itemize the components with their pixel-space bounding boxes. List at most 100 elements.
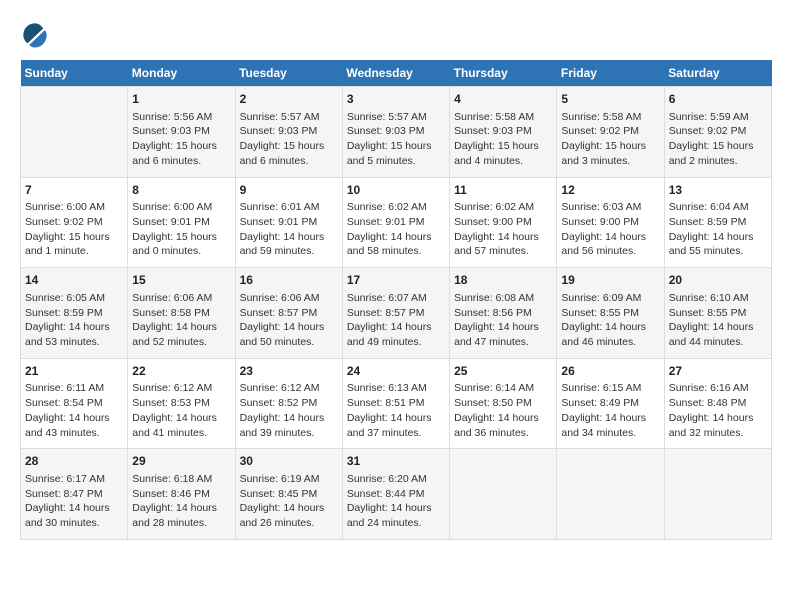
cell-info: Sunrise: 6:06 AMSunset: 8:57 PMDaylight:… [240, 291, 338, 350]
cell-info: Sunrise: 6:16 AMSunset: 8:48 PMDaylight:… [669, 381, 767, 440]
day-number: 28 [25, 453, 123, 470]
calendar-table: SundayMondayTuesdayWednesdayThursdayFrid… [20, 60, 772, 540]
day-number: 14 [25, 272, 123, 289]
cell-info: Sunrise: 6:03 AMSunset: 9:00 PMDaylight:… [561, 200, 659, 259]
calendar-cell: 16 Sunrise: 6:06 AMSunset: 8:57 PMDayligh… [235, 268, 342, 359]
calendar-cell: 15 Sunrise: 6:06 AMSunset: 8:58 PMDayligh… [128, 268, 235, 359]
day-number: 23 [240, 363, 338, 380]
cell-info: Sunrise: 6:00 AMSunset: 9:01 PMDaylight:… [132, 200, 230, 259]
page-header [20, 20, 772, 50]
calendar-cell: 25Sunrise: 6:14 AMSunset: 8:50 PMDayligh… [450, 358, 557, 449]
cell-info: Sunrise: 6:02 AMSunset: 9:00 PMDaylight:… [454, 200, 552, 259]
cell-info: Sunrise: 5:56 AMSunset: 9:03 PMDaylight:… [132, 110, 230, 169]
cell-info: Sunrise: 5:58 AMSunset: 9:02 PMDaylight:… [561, 110, 659, 169]
cell-info: Sunrise: 6:14 AMSunset: 8:50 PMDaylight:… [454, 381, 552, 440]
cell-info: Sunrise: 6:09 AMSunset: 8:55 PMDaylight:… [561, 291, 659, 350]
calendar-cell: 28 Sunrise: 6:17 AMSunset: 8:47 PMDayligh… [21, 449, 128, 540]
calendar-cell: 11Sunrise: 6:02 AMSunset: 9:00 PMDayligh… [450, 177, 557, 268]
cell-info: Sunrise: 6:17 AMSunset: 8:47 PMDaylight:… [25, 472, 123, 531]
day-number: 25 [454, 363, 552, 380]
calendar-cell: 12Sunrise: 6:03 AMSunset: 9:00 PMDayligh… [557, 177, 664, 268]
cell-info: Sunrise: 5:58 AMSunset: 9:03 PMDaylight:… [454, 110, 552, 169]
cell-info: Sunrise: 6:19 AMSunset: 8:45 PMDaylight:… [240, 472, 338, 531]
day-number: 15 [132, 272, 230, 289]
calendar-cell: 29 Sunrise: 6:18 AMSunset: 8:46 PMDayligh… [128, 449, 235, 540]
day-number: 24 [347, 363, 445, 380]
week-row-2: 7Sunrise: 6:00 AMSunset: 9:02 PMDaylight… [21, 177, 772, 268]
calendar-cell: 4 Sunrise: 5:58 AMSunset: 9:03 PMDaylight… [450, 87, 557, 178]
day-number: 30 [240, 453, 338, 470]
calendar-cell [450, 449, 557, 540]
day-number: 10 [347, 182, 445, 199]
day-number: 17 [347, 272, 445, 289]
weekday-header-tuesday: Tuesday [235, 60, 342, 87]
cell-info: Sunrise: 6:12 AMSunset: 8:52 PMDaylight:… [240, 381, 338, 440]
week-row-5: 28 Sunrise: 6:17 AMSunset: 8:47 PMDayligh… [21, 449, 772, 540]
cell-info: Sunrise: 5:57 AMSunset: 9:03 PMDaylight:… [240, 110, 338, 169]
calendar-cell: 19 Sunrise: 6:09 AMSunset: 8:55 PMDayligh… [557, 268, 664, 359]
cell-info: Sunrise: 6:04 AMSunset: 8:59 PMDaylight:… [669, 200, 767, 259]
day-number: 4 [454, 91, 552, 108]
calendar-cell [21, 87, 128, 178]
weekday-header-wednesday: Wednesday [342, 60, 449, 87]
cell-info: Sunrise: 6:01 AMSunset: 9:01 PMDaylight:… [240, 200, 338, 259]
calendar-cell: 5 Sunrise: 5:58 AMSunset: 9:02 PMDaylight… [557, 87, 664, 178]
logo-icon [20, 20, 50, 50]
cell-info: Sunrise: 6:08 AMSunset: 8:56 PMDaylight:… [454, 291, 552, 350]
day-number: 5 [561, 91, 659, 108]
cell-info: Sunrise: 6:11 AMSunset: 8:54 PMDaylight:… [25, 381, 123, 440]
day-number: 19 [561, 272, 659, 289]
day-number: 20 [669, 272, 767, 289]
day-number: 12 [561, 182, 659, 199]
weekday-header-monday: Monday [128, 60, 235, 87]
day-number: 1 [132, 91, 230, 108]
calendar-cell: 1 Sunrise: 5:56 AMSunset: 9:03 PMDaylight… [128, 87, 235, 178]
week-row-3: 14 Sunrise: 6:05 AMSunset: 8:59 PMDayligh… [21, 268, 772, 359]
calendar-cell: 14 Sunrise: 6:05 AMSunset: 8:59 PMDayligh… [21, 268, 128, 359]
calendar-cell: 18Sunrise: 6:08 AMSunset: 8:56 PMDayligh… [450, 268, 557, 359]
calendar-cell: 6 Sunrise: 5:59 AMSunset: 9:02 PMDaylight… [664, 87, 771, 178]
cell-info: Sunrise: 6:07 AMSunset: 8:57 PMDaylight:… [347, 291, 445, 350]
calendar-cell: 30 Sunrise: 6:19 AMSunset: 8:45 PMDayligh… [235, 449, 342, 540]
calendar-cell: 8Sunrise: 6:00 AMSunset: 9:01 PMDaylight… [128, 177, 235, 268]
weekday-header-saturday: Saturday [664, 60, 771, 87]
calendar-cell: 27Sunrise: 6:16 AMSunset: 8:48 PMDayligh… [664, 358, 771, 449]
day-number: 27 [669, 363, 767, 380]
calendar-cell: 31Sunrise: 6:20 AMSunset: 8:44 PMDayligh… [342, 449, 449, 540]
day-number: 29 [132, 453, 230, 470]
weekday-header-row: SundayMondayTuesdayWednesdayThursdayFrid… [21, 60, 772, 87]
cell-info: Sunrise: 6:00 AMSunset: 9:02 PMDaylight:… [25, 200, 123, 259]
logo [20, 20, 54, 50]
day-number: 8 [132, 182, 230, 199]
cell-info: Sunrise: 6:15 AMSunset: 8:49 PMDaylight:… [561, 381, 659, 440]
day-number: 7 [25, 182, 123, 199]
cell-info: Sunrise: 5:57 AMSunset: 9:03 PMDaylight:… [347, 110, 445, 169]
cell-info: Sunrise: 6:18 AMSunset: 8:46 PMDaylight:… [132, 472, 230, 531]
calendar-cell: 2Sunrise: 5:57 AMSunset: 9:03 PMDaylight… [235, 87, 342, 178]
weekday-header-thursday: Thursday [450, 60, 557, 87]
cell-info: Sunrise: 6:02 AMSunset: 9:01 PMDaylight:… [347, 200, 445, 259]
day-number: 21 [25, 363, 123, 380]
cell-info: Sunrise: 6:05 AMSunset: 8:59 PMDaylight:… [25, 291, 123, 350]
weekday-header-sunday: Sunday [21, 60, 128, 87]
day-number: 11 [454, 182, 552, 199]
cell-info: Sunrise: 5:59 AMSunset: 9:02 PMDaylight:… [669, 110, 767, 169]
calendar-cell: 3 Sunrise: 5:57 AMSunset: 9:03 PMDaylight… [342, 87, 449, 178]
day-number: 26 [561, 363, 659, 380]
cell-info: Sunrise: 6:10 AMSunset: 8:55 PMDaylight:… [669, 291, 767, 350]
cell-info: Sunrise: 6:06 AMSunset: 8:58 PMDaylight:… [132, 291, 230, 350]
cell-info: Sunrise: 6:12 AMSunset: 8:53 PMDaylight:… [132, 381, 230, 440]
calendar-cell: 23Sunrise: 6:12 AMSunset: 8:52 PMDayligh… [235, 358, 342, 449]
calendar-cell: 22Sunrise: 6:12 AMSunset: 8:53 PMDayligh… [128, 358, 235, 449]
day-number: 31 [347, 453, 445, 470]
cell-info: Sunrise: 6:13 AMSunset: 8:51 PMDaylight:… [347, 381, 445, 440]
calendar-cell [557, 449, 664, 540]
day-number: 6 [669, 91, 767, 108]
calendar-cell: 20 Sunrise: 6:10 AMSunset: 8:55 PMDayligh… [664, 268, 771, 359]
calendar-cell: 21Sunrise: 6:11 AMSunset: 8:54 PMDayligh… [21, 358, 128, 449]
calendar-cell: 7Sunrise: 6:00 AMSunset: 9:02 PMDaylight… [21, 177, 128, 268]
day-number: 9 [240, 182, 338, 199]
calendar-cell: 26Sunrise: 6:15 AMSunset: 8:49 PMDayligh… [557, 358, 664, 449]
day-number: 3 [347, 91, 445, 108]
day-number: 16 [240, 272, 338, 289]
